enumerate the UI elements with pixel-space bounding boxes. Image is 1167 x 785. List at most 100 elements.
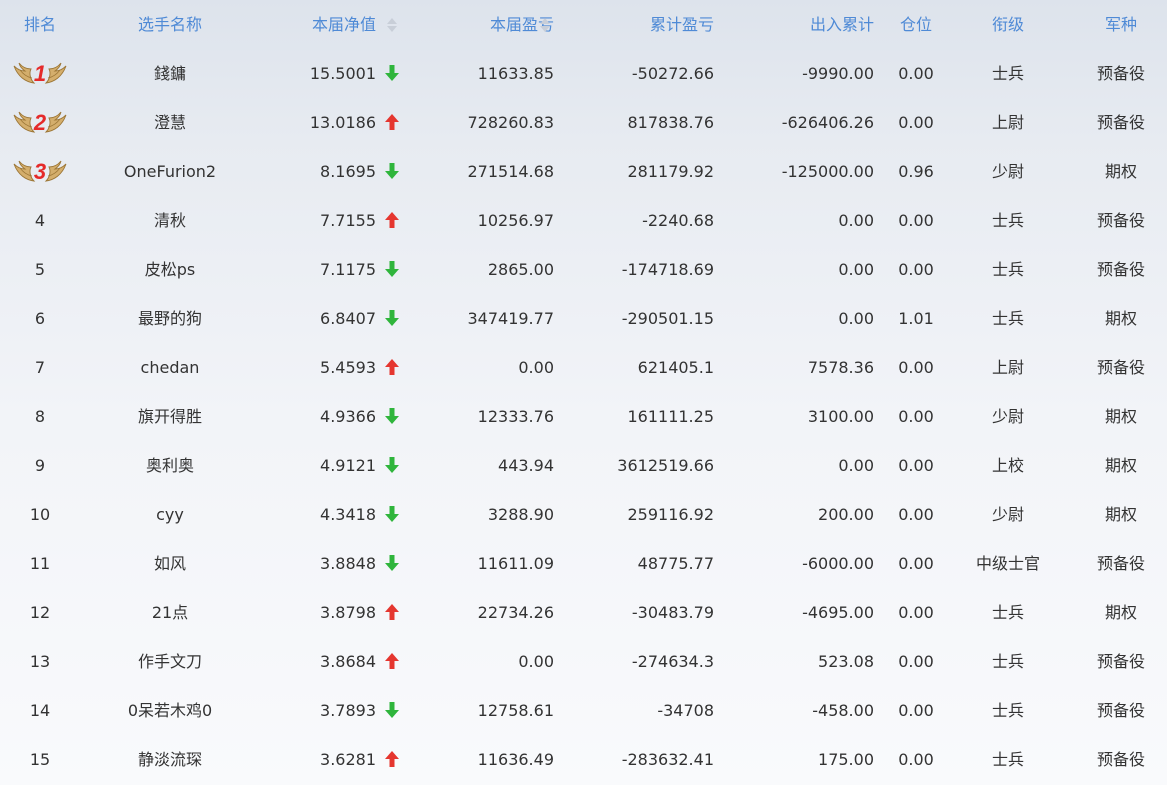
rank-cell: 13 [29, 652, 51, 671]
table-row[interactable]: 14 0呆若木鸡0 3.7893 12758.61 -34708 -458.00 0.00 士… [0, 686, 1167, 735]
table-row[interactable]: 6 最野的狗 6.8407 347419.77 -290501.15 0.00 1.01 士兵… [0, 294, 1167, 343]
header-player-name: 选手名称 [137, 15, 202, 34]
profit-loss-cell: 22734.26 [477, 603, 554, 622]
table-row[interactable]: 5 皮松ps 7.1175 2865.00 -174718.69 0.00 0.00 士兵 预备… [0, 245, 1167, 294]
branch-cell: 期权 [1104, 309, 1137, 328]
header-rank-title: 衔级 [991, 15, 1024, 34]
table-row[interactable]: 1 錢鏞 15.5001 11633.85 -50272.66 -9990.00 0.00 士… [0, 49, 1167, 98]
red-up-arrow-icon [384, 735, 400, 784]
net-value-cell: 8.1695 [320, 162, 376, 181]
rank-cell: 6 [34, 309, 46, 328]
net-value-cell: 4.9366 [320, 407, 376, 426]
table-row[interactable]: 13 作手文刀 3.8684 0.00 -274634.3 523.08 0.00 士兵 预备役 [0, 637, 1167, 686]
in-out-total-cell: 0.00 [838, 309, 874, 328]
player-name-cell[interactable]: 最野的狗 [80, 294, 260, 343]
rank-title-cell: 上尉 [991, 358, 1024, 377]
net-value-cell: 7.1175 [320, 260, 376, 279]
player-name-cell[interactable]: 如风 [80, 539, 260, 588]
profit-loss-cell: 443.94 [498, 456, 554, 475]
rank-title-cell: 少尉 [991, 505, 1024, 524]
cumulative-profit-cell: 259116.92 [627, 505, 714, 524]
player-name-cell[interactable]: 錢鏞 [80, 49, 260, 98]
table-row[interactable]: 9 奥利奥 4.9121 443.94 3612519.66 0.00 0.00 上校 期权 [0, 441, 1167, 490]
red-up-arrow-icon [384, 196, 400, 245]
position-cell: 1.01 [898, 309, 934, 328]
net-value-cell: 3.6281 [320, 750, 376, 769]
in-out-total-cell: 0.00 [838, 456, 874, 475]
rank-cell: 11 [29, 554, 51, 573]
in-out-total-cell: 523.08 [818, 652, 874, 671]
player-name-cell[interactable]: 皮松ps [80, 245, 260, 294]
header-cumulative-profit: 累计盈亏 [649, 15, 714, 34]
cumulative-profit-cell: 621405.1 [637, 358, 714, 377]
cumulative-profit-cell: -290501.15 [621, 309, 714, 328]
header-branch: 军种 [1104, 15, 1137, 34]
player-name-cell[interactable]: cyy [80, 490, 260, 539]
in-out-total-cell: -458.00 [812, 701, 874, 720]
rank-cell: 9 [34, 456, 46, 475]
branch-cell: 期权 [1104, 505, 1137, 524]
net-value-cell: 6.8407 [320, 309, 376, 328]
table-row[interactable]: 12 21点 3.8798 22734.26 -30483.79 -4695.00 0.00… [0, 588, 1167, 637]
net-value-cell: 3.8798 [320, 603, 376, 622]
in-out-total-cell: 175.00 [818, 750, 874, 769]
green-down-arrow-icon [384, 490, 400, 539]
cumulative-profit-cell: -30483.79 [631, 603, 714, 622]
player-name-cell[interactable]: 奥利奥 [80, 441, 260, 490]
branch-cell: 预备役 [1096, 211, 1145, 230]
player-name-cell[interactable]: chedan [80, 343, 260, 392]
player-name-cell[interactable]: 静淡流琛 [80, 735, 260, 784]
winged-medal-icon: 1 [12, 57, 68, 91]
profit-loss-cell: 0.00 [518, 358, 554, 377]
player-name-cell[interactable]: 0呆若木鸡0 [80, 686, 260, 735]
header-in-out-total: 出入累计 [809, 15, 874, 34]
in-out-total-cell: -125000.00 [781, 162, 874, 181]
table-row[interactable]: 8 旗开得胜 4.9366 12333.76 161111.25 3100.00 0.00 少… [0, 392, 1167, 441]
net-value-cell: 4.3418 [320, 505, 376, 524]
table-row[interactable]: 15 静淡流琛 3.6281 11636.49 -283632.41 175.00 0.00… [0, 735, 1167, 784]
rank-cell: 14 [29, 701, 51, 720]
leaderboard-table: 排名 选手名称 本届净值 本届盈亏 累计盈亏 出入累计 仓位 衔级 军种 1 錢鏞… [0, 0, 1167, 785]
position-cell: 0.00 [898, 64, 934, 83]
rank-cell: 1 [33, 61, 47, 86]
table-row[interactable]: 2 澄慧 13.0186 728260.83 817838.76 -626406.26 0.… [0, 98, 1167, 147]
in-out-total-cell: -626406.26 [781, 113, 874, 132]
profit-loss-cell: 728260.83 [467, 113, 554, 132]
player-name-cell[interactable]: 清秋 [80, 196, 260, 245]
branch-cell: 期权 [1104, 456, 1137, 475]
green-down-arrow-icon [384, 441, 400, 490]
player-name-cell[interactable]: OneFurion2 [80, 147, 260, 196]
player-name-cell[interactable]: 澄慧 [80, 98, 260, 147]
sort-icon[interactable] [539, 0, 551, 49]
branch-cell: 预备役 [1096, 750, 1145, 769]
net-value-cell: 7.7155 [320, 211, 376, 230]
in-out-total-cell: -9990.00 [802, 64, 874, 83]
header-profit-loss[interactable]: 本届盈亏 [420, 0, 554, 49]
cumulative-profit-cell: -2240.68 [642, 211, 714, 230]
position-cell: 0.00 [898, 407, 934, 426]
sort-icon[interactable] [386, 0, 398, 49]
table-row[interactable]: 7 chedan 5.4593 0.00 621405.1 7578.36 0.00 上尉 预备… [0, 343, 1167, 392]
player-name-cell[interactable]: 作手文刀 [80, 637, 260, 686]
green-down-arrow-icon [384, 294, 400, 343]
table-row[interactable]: 10 cyy 4.3418 3288.90 259116.92 200.00 0.00 少尉 期… [0, 490, 1167, 539]
table-row[interactable]: 4 清秋 7.7155 10256.97 -2240.68 0.00 0.00 士兵 预备役 [0, 196, 1167, 245]
table-row[interactable]: 3 OneFurion2 8.1695 271514.68 281179.92 -1250… [0, 147, 1167, 196]
rank-title-cell: 士兵 [991, 750, 1024, 769]
player-name-cell[interactable]: 旗开得胜 [80, 392, 260, 441]
rank-title-cell: 少尉 [991, 407, 1024, 426]
green-down-arrow-icon [384, 392, 400, 441]
position-cell: 0.00 [898, 701, 934, 720]
cumulative-profit-cell: 161111.25 [627, 407, 714, 426]
net-value-cell: 5.4593 [320, 358, 376, 377]
branch-cell: 期权 [1104, 407, 1137, 426]
player-name-cell[interactable]: 21点 [80, 588, 260, 637]
header-net-value[interactable]: 本届净值 [262, 0, 376, 49]
net-value-cell: 4.9121 [320, 456, 376, 475]
red-up-arrow-icon [384, 637, 400, 686]
profit-loss-cell: 11611.09 [477, 554, 554, 573]
rank-cell: 10 [29, 505, 51, 524]
rank-title-cell: 士兵 [991, 652, 1024, 671]
branch-cell: 预备役 [1096, 358, 1145, 377]
table-row[interactable]: 11 如风 3.8848 11611.09 48775.77 -6000.00 0.00 中级… [0, 539, 1167, 588]
